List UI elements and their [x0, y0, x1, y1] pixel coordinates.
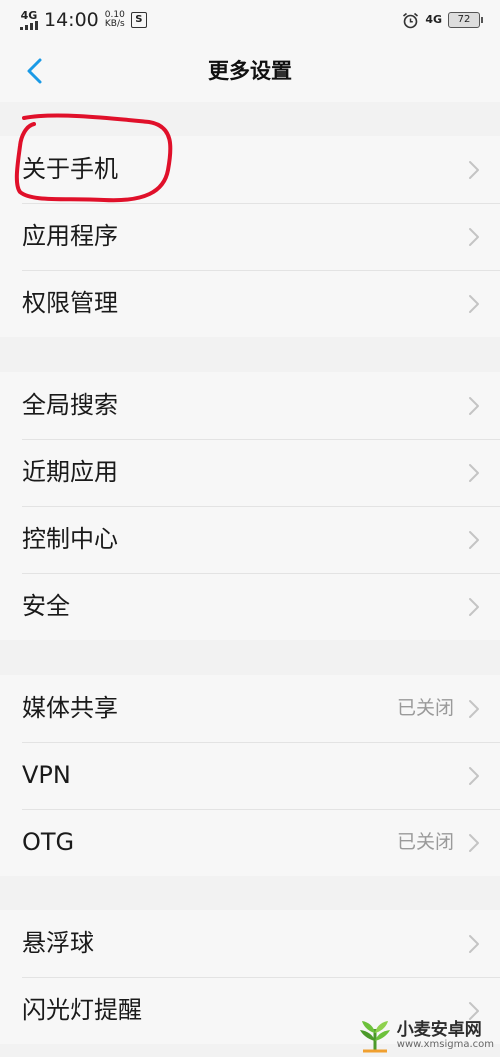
alarm-icon: [403, 12, 419, 28]
settings-row[interactable]: 悬浮球: [0, 910, 500, 977]
chevron-right-icon: [469, 464, 479, 482]
settings-row[interactable]: 近期应用: [0, 439, 500, 506]
clock: 14:00: [44, 9, 99, 31]
settings-row[interactable]: 应用程序: [0, 203, 500, 270]
signal-icon: 4G: [20, 8, 38, 30]
settings-row-label: 控制中心: [22, 525, 118, 553]
back-button[interactable]: [22, 54, 52, 88]
watermark-logo-icon: [359, 1021, 390, 1053]
chevron-right-icon: [469, 161, 479, 179]
chevron-right-icon: [469, 767, 479, 785]
settings-group: 媒体共享 已关闭 VPN OTG 已关闭: [0, 675, 500, 876]
watermark: 小麦安卓网 www.xmsigma.com: [357, 1019, 494, 1053]
settings-row-label: 安全: [22, 592, 70, 620]
settings-row-label: 应用程序: [22, 222, 118, 250]
page-title: 更多设置: [208, 59, 292, 83]
settings-row-label: 全局搜索: [22, 391, 118, 419]
settings-row-value: 已关闭: [396, 697, 454, 719]
settings-row-label: OTG: [22, 828, 75, 856]
battery-icon: 72: [448, 12, 483, 28]
settings-row[interactable]: 关于手机: [0, 136, 500, 203]
chevron-right-icon: [469, 1002, 479, 1020]
chevron-right-icon: [469, 295, 479, 313]
settings-group: 全局搜索近期应用控制中心安全: [0, 372, 500, 640]
settings-row-label: VPN: [22, 761, 71, 789]
settings-row-value: 已关闭: [396, 831, 454, 853]
chevron-right-icon: [469, 397, 479, 415]
settings-row[interactable]: 全局搜索: [0, 372, 500, 439]
network-speed: 0.10 KB/s: [105, 11, 125, 29]
settings-row-label: 悬浮球: [22, 929, 94, 957]
settings-group: 关于手机应用程序权限管理: [0, 136, 500, 337]
watermark-url: www.xmsigma.com: [396, 1039, 494, 1050]
network-type: 4G: [20, 8, 38, 22]
status-bar: 4G 14:00 0.10 KB/s S 4G 72: [0, 0, 500, 40]
settings-row-label: 关于手机: [22, 155, 118, 183]
chevron-right-icon: [469, 700, 479, 718]
settings-row-label: 媒体共享: [22, 694, 118, 722]
settings-row-label: 闪光灯提醒: [22, 996, 142, 1024]
speed-unit: KB/s: [104, 19, 125, 29]
chevron-right-icon: [469, 531, 479, 549]
settings-row[interactable]: 媒体共享 已关闭: [0, 675, 500, 742]
watermark-name: 小麦安卓网: [396, 1020, 482, 1040]
chevron-right-icon: [469, 228, 479, 246]
settings-row[interactable]: VPN: [0, 742, 500, 809]
settings-row-label: 近期应用: [22, 458, 118, 486]
header: 更多设置: [0, 40, 500, 102]
settings-row[interactable]: 安全: [0, 573, 500, 640]
chevron-right-icon: [469, 834, 479, 852]
chevron-right-icon: [469, 598, 479, 616]
chevron-right-icon: [469, 935, 479, 953]
app-notification-icon: S: [130, 12, 147, 28]
settings-row-label: 权限管理: [22, 289, 118, 317]
settings-row[interactable]: 控制中心: [0, 506, 500, 573]
right-network-type: 4G: [425, 13, 442, 26]
settings-row[interactable]: OTG 已关闭: [0, 809, 500, 876]
battery-level: 72: [457, 14, 471, 25]
chevron-left-icon: [27, 58, 42, 84]
settings-row[interactable]: 权限管理: [0, 270, 500, 337]
